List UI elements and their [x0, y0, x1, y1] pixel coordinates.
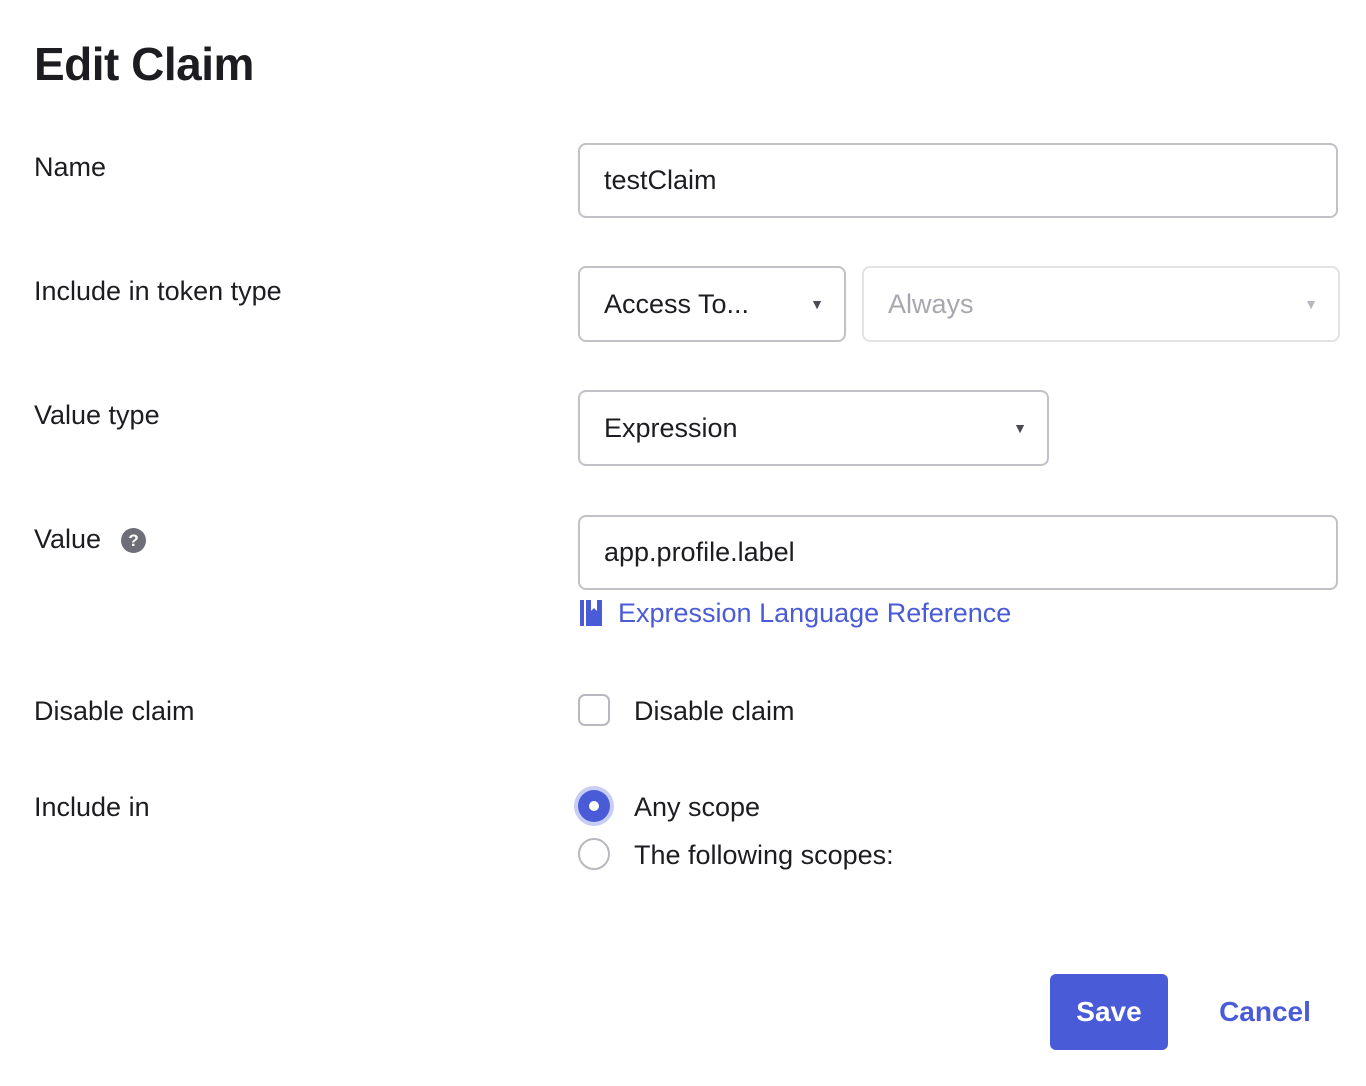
name-label: Name [34, 152, 107, 182]
value-label-row: Value? [34, 522, 147, 556]
include-in-label: Include in [34, 792, 150, 822]
book-icon [580, 600, 602, 626]
following-scopes-radio[interactable] [578, 838, 610, 870]
disable-claim-checkbox-label[interactable]: Disable claim [634, 694, 795, 728]
name-input-value: testClaim [604, 165, 717, 195]
any-scope-label[interactable]: Any scope [634, 790, 760, 824]
token-type-selected: Access To... [604, 288, 750, 319]
value-input[interactable]: app.profile.label [578, 515, 1338, 590]
edit-claim-dialog: Edit Claim Name testClaim Include in tok… [0, 0, 1366, 1086]
expression-language-reference-link[interactable]: Expression Language Reference [580, 596, 1011, 630]
chevron-down-icon: ▼ [1013, 420, 1027, 436]
token-frequency-select: Always ▼ [862, 266, 1340, 342]
name-input[interactable]: testClaim [578, 143, 1338, 218]
disable-claim-label: Disable claim [34, 696, 195, 726]
value-input-value: app.profile.label [604, 537, 795, 567]
cancel-button[interactable]: Cancel [1200, 974, 1330, 1050]
value-type-select[interactable]: Expression ▼ [578, 390, 1049, 466]
chevron-down-icon: ▼ [810, 296, 824, 312]
page-title: Edit Claim [34, 38, 254, 90]
expression-language-reference-text: Expression Language Reference [618, 598, 1012, 628]
token-type-select[interactable]: Access To... ▼ [578, 266, 846, 342]
following-scopes-label[interactable]: The following scopes: [634, 838, 894, 872]
disable-claim-checkbox[interactable] [578, 694, 610, 726]
any-scope-radio[interactable] [578, 790, 610, 822]
help-icon[interactable]: ? [121, 528, 147, 553]
value-type-label: Value type [34, 400, 160, 430]
value-type-selected: Expression [604, 412, 738, 443]
token-frequency-selected: Always [888, 288, 974, 319]
save-button[interactable]: Save [1050, 974, 1168, 1050]
token-type-label: Include in token type [34, 276, 282, 306]
chevron-down-icon: ▼ [1304, 296, 1318, 312]
value-label: Value [34, 524, 102, 554]
